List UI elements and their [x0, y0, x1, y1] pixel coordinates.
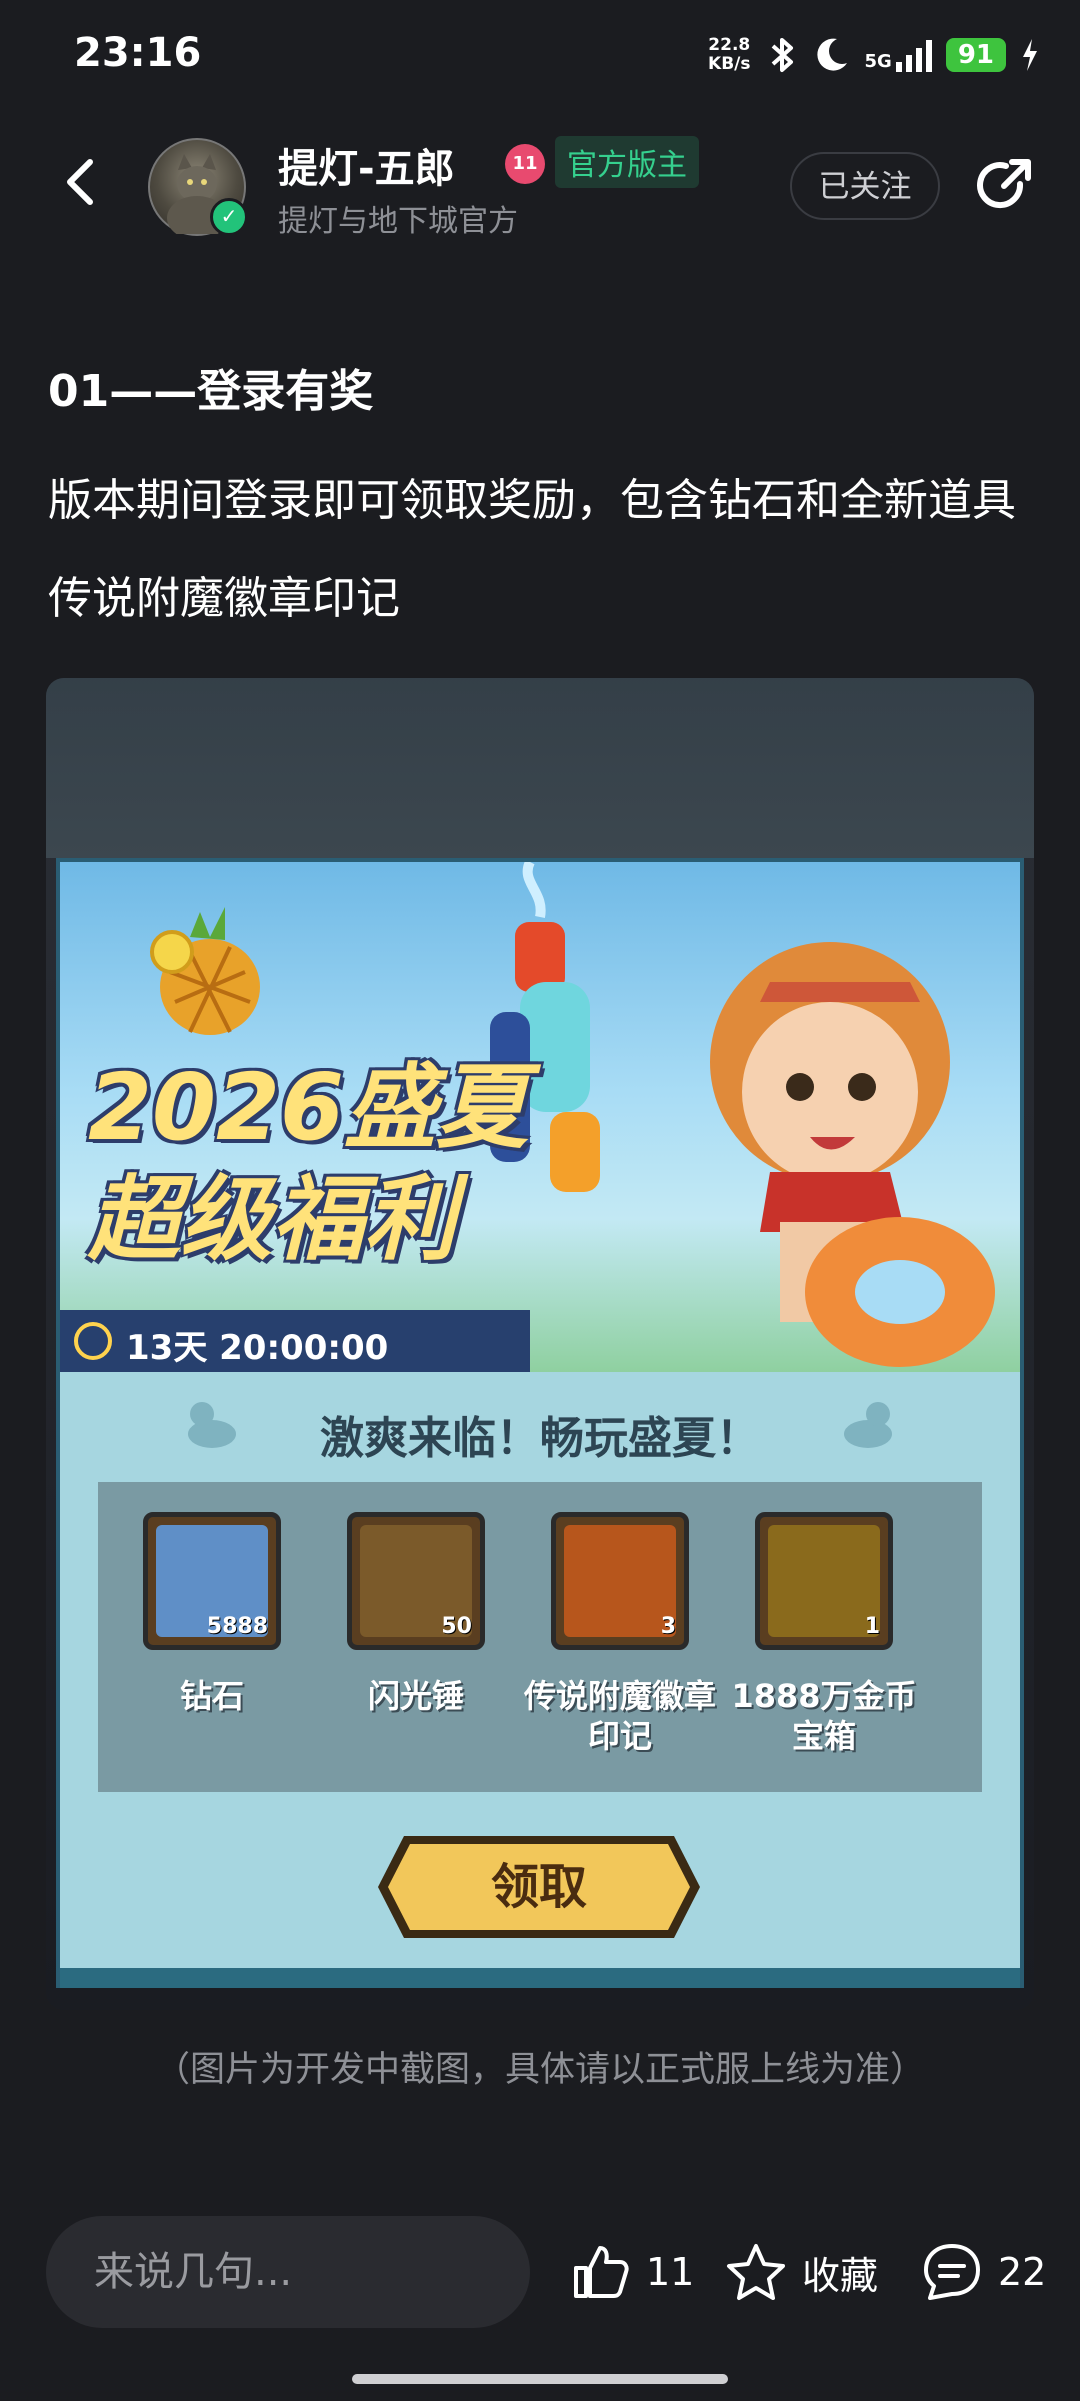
clock-icon	[74, 1322, 112, 1360]
hero-character-image	[710, 942, 995, 1367]
reward-icon-frame: 3	[551, 1512, 689, 1650]
post-header: ✓ 提灯-五郎 11 官方版主 提灯与地下城官方 已关注	[0, 130, 1080, 240]
level-badge: 11	[505, 144, 545, 184]
collect-label: 收藏	[802, 2253, 879, 2298]
promo-title: 2026盛夏 超级福利	[88, 1052, 528, 1276]
reward-name: 1888万金币宝箱	[731, 1677, 917, 1755]
signal-bars-icon	[895, 38, 932, 72]
reward-quantity: 3	[660, 1614, 676, 1639]
avatar[interactable]: ✓	[148, 138, 248, 240]
comment-input[interactable]: 来说几句...	[46, 2216, 530, 2328]
comment-button[interactable]: 22	[920, 2240, 1046, 2304]
official-moderator-badge: 官方版主	[555, 136, 699, 188]
image-caption: （图片为开发中截图，具体请以正式服上线为准）	[154, 2050, 925, 2090]
promo-title-line-2: 超级福利	[88, 1166, 457, 1273]
badge-icon	[564, 1525, 676, 1637]
reward-item[interactable]: 5888 钻石	[112, 1512, 312, 1716]
treasure-chest-icon	[768, 1525, 880, 1637]
promo-dialog: 2026盛夏 超级福利 13天 20:00:00 激爽来临！畅玩盛夏！ 5888…	[56, 858, 1024, 1988]
home-indicator[interactable]	[352, 2374, 728, 2384]
promo-title-line-1: 2026盛夏	[88, 1054, 529, 1161]
network-type: 5G	[864, 51, 892, 72]
status-bar: 23:16 22.8 KB/s 5G 91	[0, 0, 1080, 110]
reward-icon-frame: 1	[755, 1512, 893, 1650]
claim-button[interactable]: 领取	[374, 1832, 704, 1942]
status-icons: 22.8 KB/s 5G 91	[708, 30, 1040, 80]
reward-name: 闪光锤	[367, 1677, 464, 1715]
like-count: 11	[646, 2250, 695, 2294]
verified-icon: ✓	[210, 198, 248, 236]
pineapple-drink-icon	[150, 907, 260, 1035]
thumbs-up-icon	[574, 2246, 629, 2298]
charging-icon	[1023, 39, 1037, 71]
reward-quantity: 5888	[206, 1614, 268, 1639]
collect-button[interactable]: 收藏	[724, 2240, 878, 2304]
comment-icon	[924, 2244, 980, 2300]
comment-count: 22	[998, 2250, 1047, 2294]
post-heading: 01——登录有奖	[48, 366, 374, 417]
post-paragraph: 版本期间登录即可领取奖励，包含钻石和全新道具传说附魔徽章印记	[48, 475, 1016, 624]
back-icon[interactable]	[52, 152, 112, 212]
duck-icon-right	[844, 1402, 892, 1448]
bluetooth-icon	[771, 38, 793, 72]
reward-item[interactable]: 1 1888万金币宝箱	[724, 1512, 924, 1756]
follow-button[interactable]: 已关注	[790, 152, 940, 220]
like-button[interactable]: 11	[568, 2240, 694, 2304]
network-speed: 22.8 KB/s	[708, 36, 750, 74]
reward-item[interactable]: 3 传说附魔徽章印记	[520, 1512, 720, 1756]
user-subtitle: 提灯与地下城官方	[278, 204, 518, 239]
share-icon[interactable]	[972, 154, 1036, 218]
moon-icon	[816, 38, 847, 71]
star-icon	[727, 2244, 785, 2300]
cellular-signal: 5G	[865, 38, 932, 72]
status-time: 23:16	[74, 30, 202, 76]
reward-quantity: 50	[441, 1614, 472, 1639]
reward-icon-frame: 5888	[143, 1512, 281, 1650]
game-background	[46, 678, 1034, 858]
network-speed-unit: KB/s	[708, 54, 751, 74]
promo-banner: 2026盛夏 超级福利 13天 20:00:00	[60, 862, 1020, 1372]
battery-level: 91	[945, 38, 1006, 72]
network-speed-value: 22.8	[708, 35, 751, 55]
username[interactable]: 提灯-五郎	[278, 136, 455, 194]
countdown-timer: 13天 20:00:00	[126, 1328, 389, 1368]
promo-image[interactable]: 2026盛夏 超级福利 13天 20:00:00 激爽来临！畅玩盛夏！ 5888…	[46, 678, 1034, 2010]
reward-name: 钻石	[179, 1677, 244, 1715]
reward-item[interactable]: 50 闪光锤	[316, 1512, 516, 1716]
claim-button-label: 领取	[490, 1859, 587, 1915]
countdown-bar: 13天 20:00:00	[60, 1310, 530, 1372]
rewards-panel: 5888 钻石 50 闪光锤 3 传说附魔徽章印记 1 1888万金币宝箱	[98, 1482, 982, 1792]
dialog-bottom-bar	[60, 1968, 1020, 1988]
reward-icon-frame: 50	[347, 1512, 485, 1650]
reward-quantity: 1	[864, 1614, 880, 1639]
reward-name: 传说附魔徽章印记	[523, 1677, 716, 1755]
